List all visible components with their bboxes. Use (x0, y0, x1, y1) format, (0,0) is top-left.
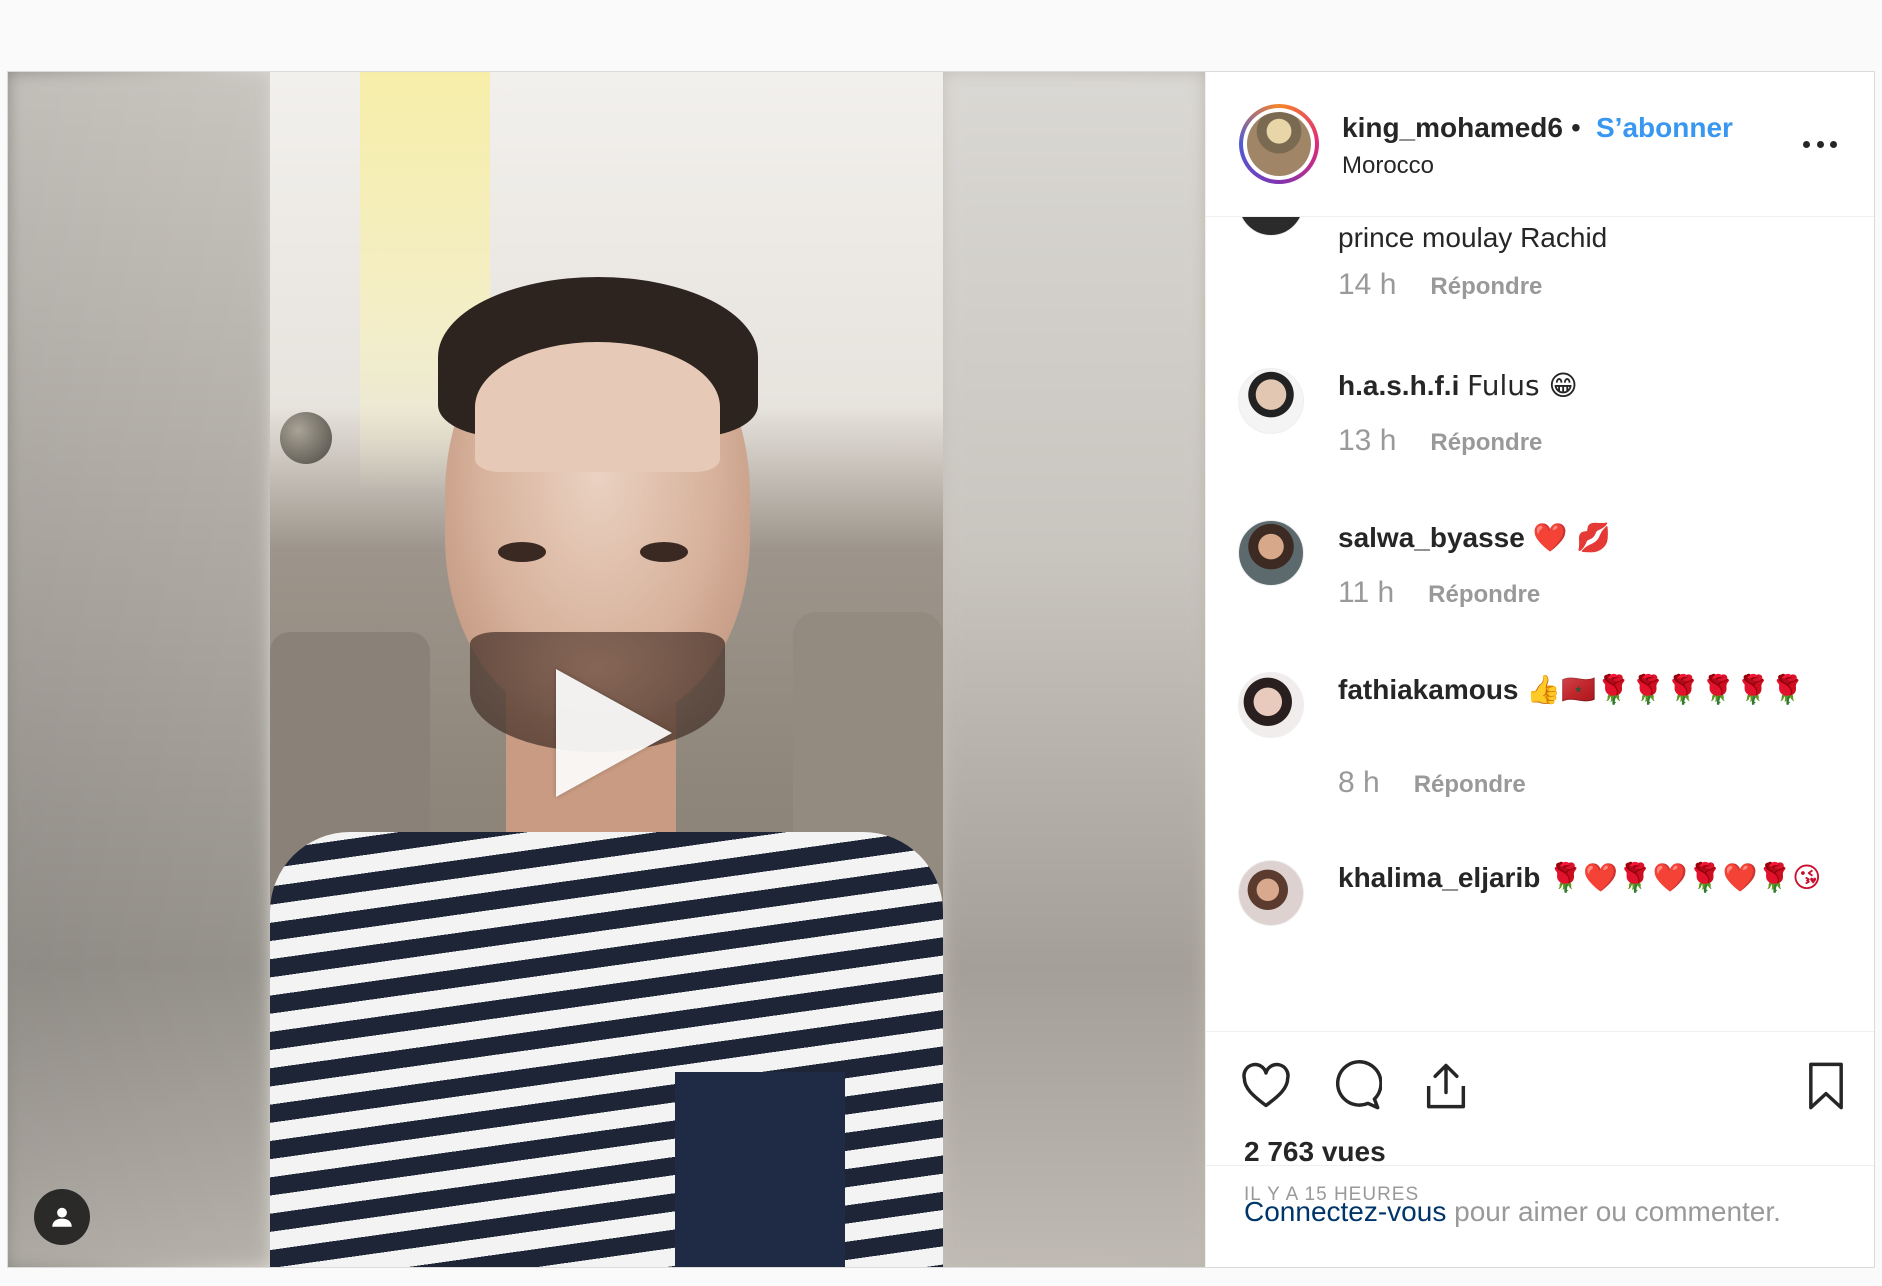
comment-meta: 13 h Répondre (1338, 424, 1542, 458)
reply-button[interactable]: Répondre (1430, 273, 1542, 300)
comment-text: h.a.s.h.f.i Fulus 😁 (1338, 369, 1578, 402)
author-avatar[interactable] (1239, 104, 1319, 184)
share-icon[interactable] (1420, 1060, 1472, 1112)
comment-time: 8 h (1338, 766, 1380, 799)
divider (1206, 1165, 1874, 1166)
comment-time: 14 h (1338, 268, 1397, 301)
comment-meta: 8 h Répondre (1338, 766, 1526, 800)
media-blur-left (8, 72, 270, 1267)
user-icon (52, 1207, 72, 1227)
comment-time: 13 h (1338, 424, 1397, 457)
post-header: king_mohamed6 • S’abonner Morocco (1206, 72, 1874, 217)
reply-button[interactable]: Répondre (1430, 429, 1542, 456)
heart-icon[interactable] (1240, 1060, 1292, 1112)
comment-meta: 11 h Répondre (1338, 576, 1540, 610)
bookmark-icon[interactable] (1800, 1060, 1852, 1112)
post-location[interactable]: Morocco (1342, 152, 1434, 180)
comment-avatar[interactable] (1238, 368, 1304, 434)
comment-text: prince moulay Rachid (1338, 222, 1608, 253)
view-count[interactable]: 2 763 vues (1244, 1136, 1386, 1168)
post-card: king_mohamed6 • S’abonner Morocco prince… (7, 71, 1875, 1268)
play-icon[interactable] (556, 669, 672, 797)
comment-avatar[interactable] (1238, 520, 1304, 586)
header-separator: • (1571, 112, 1581, 143)
follow-button[interactable]: S’abonner (1596, 112, 1733, 144)
comment-text: fathiakamous 👍🇲🇦🌹🌹🌹🌹🌹🌹 (1338, 673, 1806, 706)
post-actions: 2 763 vues IL Y A 15 HEURES (1206, 1031, 1874, 1267)
post-media[interactable] (8, 72, 1205, 1267)
login-link[interactable]: Connectez-vous (1244, 1196, 1446, 1227)
comment-time: 11 h (1338, 576, 1395, 609)
comment-avatar[interactable] (1238, 672, 1304, 738)
comment-text: khalima_eljarib 🌹❤️🌹❤️🌹❤️🌹😘 (1338, 861, 1822, 894)
media-blur-right (943, 72, 1205, 1267)
user-tag-button[interactable] (34, 1189, 90, 1245)
avatar-image (1247, 112, 1311, 176)
side-panel: king_mohamed6 • S’abonner Morocco prince… (1205, 72, 1874, 1267)
comments-list[interactable]: prince moulay Rachid 14 h Répondre h.a.s.… (1206, 216, 1874, 1031)
more-icon[interactable] (1803, 134, 1837, 154)
comment-text: salwa_byasse ❤️ 💋 (1338, 521, 1612, 554)
comment-icon[interactable] (1330, 1060, 1382, 1112)
login-prompt: Connectez-vous pour aimer ou commenter. (1244, 1196, 1781, 1227)
comment-avatar[interactable] (1238, 860, 1304, 926)
comment-meta: 14 h Répondre (1338, 268, 1542, 302)
reply-button[interactable]: Répondre (1428, 581, 1540, 608)
author-username[interactable]: king_mohamed6 (1342, 112, 1563, 144)
reply-button[interactable]: Répondre (1414, 771, 1526, 798)
comment-avatar[interactable] (1238, 216, 1304, 236)
